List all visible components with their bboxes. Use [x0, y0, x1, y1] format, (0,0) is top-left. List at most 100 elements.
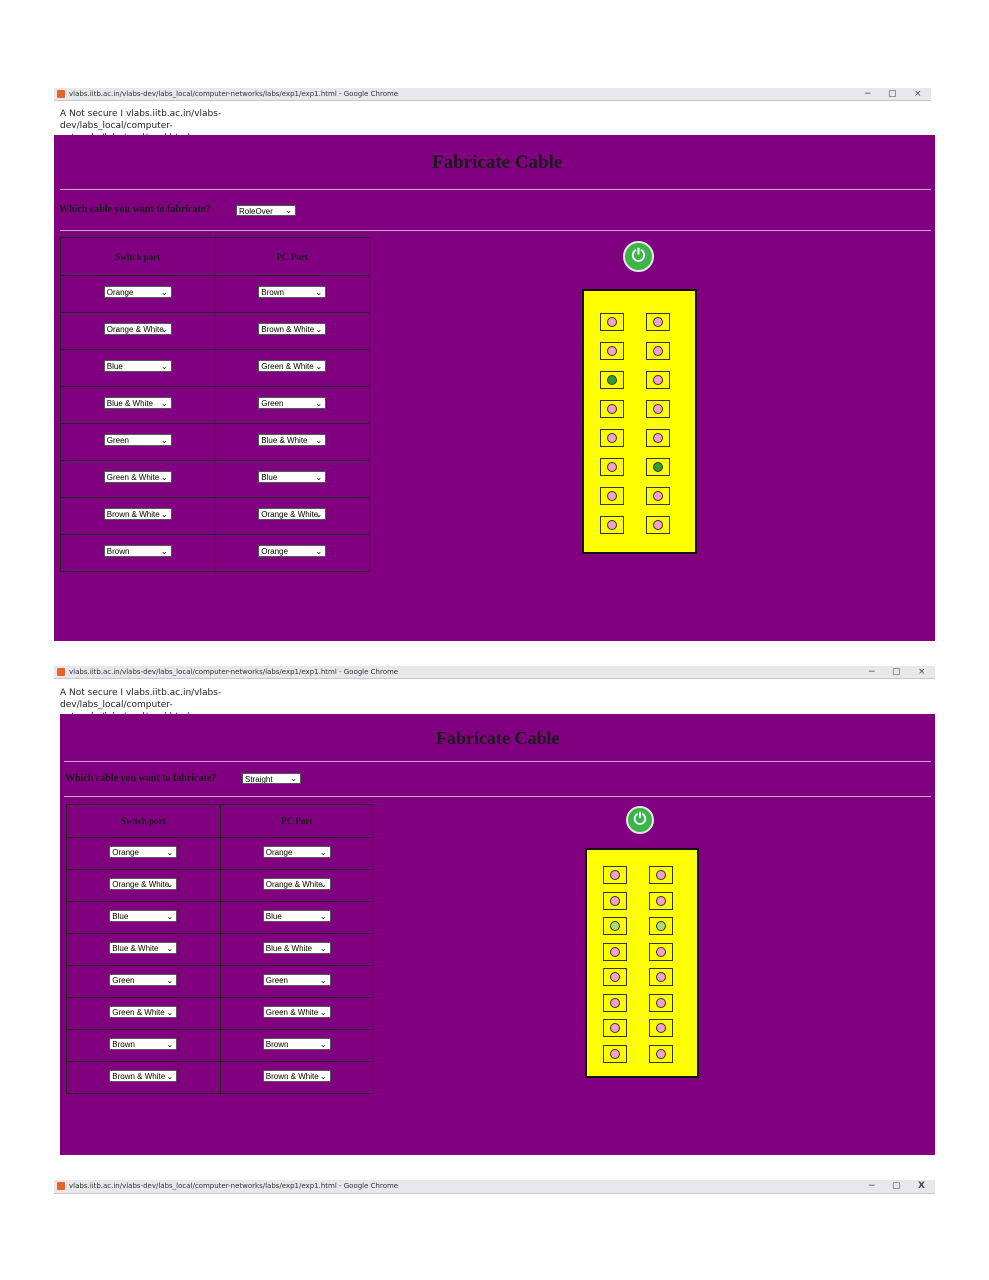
- pc-port-select[interactable]: Blue & White ⌄: [262, 941, 331, 954]
- pc-port-select[interactable]: Green & White ⌄: [262, 1005, 331, 1018]
- pc-port-select[interactable]: Blue ⌄: [262, 909, 331, 922]
- switch-port-select[interactable]: Blue ⌄: [109, 909, 178, 922]
- pc-port-select[interactable]: Green ⌄: [262, 973, 331, 986]
- pin-slot-left: [600, 487, 624, 505]
- switch-port-select[interactable]: Brown & White ⌄: [109, 1069, 178, 1082]
- switch-port-select[interactable]: Orange ⌄: [103, 286, 172, 298]
- pc-port-select[interactable]: Green & White ⌄: [258, 360, 327, 372]
- pc-port-select[interactable]: Blue ⌄: [258, 471, 327, 483]
- pin-indicator-icon: [656, 921, 666, 931]
- switch-port-select[interactable]: Blue ⌄: [103, 360, 172, 372]
- divider: [60, 230, 931, 231]
- switch-port-select[interactable]: Green ⌄: [103, 434, 172, 446]
- rj45-connector: [582, 289, 697, 554]
- switch-port-select[interactable]: Blue & White ⌄: [109, 941, 178, 954]
- pin-indicator-icon: [653, 462, 663, 472]
- chevron-down-icon: ⌄: [315, 399, 323, 408]
- close-icon[interactable]: ×: [914, 88, 922, 100]
- pc-port-select[interactable]: Brown ⌄: [258, 286, 327, 298]
- pin-indicator-icon: [653, 520, 663, 530]
- pc-port-select[interactable]: Green ⌄: [258, 397, 327, 409]
- chevron-down-icon: ⌄: [320, 1071, 327, 1081]
- divider: [64, 761, 931, 762]
- chevron-down-icon: ⌄: [320, 911, 327, 921]
- pin-slot-right: [646, 400, 670, 418]
- pin-slot-right: [649, 1019, 673, 1037]
- pc-port-select[interactable]: Orange ⌄: [258, 545, 327, 557]
- close-icon[interactable]: ×: [918, 666, 926, 678]
- divider: [60, 189, 931, 190]
- site-favicon-icon: [57, 668, 65, 676]
- pc-port-select[interactable]: Brown & White ⌄: [262, 1069, 331, 1082]
- pin-indicator-icon: [610, 895, 620, 906]
- switch-port-select[interactable]: Blue & White ⌄: [103, 397, 172, 409]
- pc-port-select[interactable]: Blue & White ⌄: [258, 434, 327, 446]
- pc-port-select[interactable]: Orange & White ⌄: [258, 508, 327, 520]
- switch-port-select[interactable]: Orange & White ⌄: [109, 877, 178, 890]
- pc-port-header: PC Port: [219, 804, 374, 838]
- pin-indicator-icon: [610, 946, 620, 957]
- switch-port-select[interactable]: Brown ⌄: [109, 1037, 178, 1050]
- minimize-icon[interactable]: −: [868, 1180, 876, 1192]
- restore-icon[interactable]: ▢: [892, 666, 901, 678]
- pc-port-cell: Orange & White ⌄: [214, 497, 370, 535]
- pin-slot-right: [649, 993, 673, 1012]
- chevron-down-icon: ⌄: [166, 847, 174, 857]
- pin-indicator-icon: [610, 870, 620, 880]
- pc-port-cell: Blue & White ⌄: [219, 933, 374, 966]
- cable-type-select[interactable]: Straight ⌄: [242, 773, 301, 784]
- minimize-icon[interactable]: −: [868, 666, 876, 678]
- pin-slot-left: [600, 458, 624, 476]
- switch-port-cell: Orange ⌄: [60, 275, 216, 313]
- minimize-icon[interactable]: −: [864, 88, 872, 100]
- switch-port-cell: Green & White ⌄: [66, 997, 221, 1030]
- pin-indicator-icon: [610, 921, 620, 931]
- chevron-down-icon: ⌄: [315, 288, 323, 297]
- cable-type-select[interactable]: RoleOver ⌄: [236, 205, 296, 216]
- site-favicon-icon: [57, 1182, 65, 1190]
- pin-indicator-icon: [610, 972, 620, 982]
- lab-panel: Fabricate Cable Which cable you want to …: [60, 714, 935, 1155]
- chevron-down-icon: ⌄: [320, 975, 327, 985]
- switch-port-cell: Brown ⌄: [60, 534, 216, 572]
- pin-slot-right: [646, 487, 670, 505]
- pc-port-select[interactable]: Orange ⌄: [262, 845, 331, 858]
- pin-slot-right: [646, 516, 670, 534]
- pc-port-cell: Blue ⌄: [214, 460, 370, 498]
- pin-slot-left: [603, 993, 627, 1012]
- chevron-down-icon: ⌄: [315, 362, 323, 371]
- chevron-down-icon: ⌄: [161, 436, 168, 445]
- switch-port-select[interactable]: Orange ⌄: [109, 845, 178, 858]
- pin-slot-right: [649, 968, 673, 986]
- pc-port-select[interactable]: Brown & White ⌄: [258, 323, 327, 335]
- switch-port-cell: Green ⌄: [60, 423, 216, 461]
- cable-question-label: Which cable you want to fabricate?: [59, 204, 211, 215]
- power-button[interactable]: ⏻: [626, 806, 654, 834]
- pin-slot-right: [649, 866, 673, 884]
- restore-icon[interactable]: ▢: [892, 1180, 901, 1192]
- chevron-down-icon: ⌄: [315, 547, 323, 556]
- switch-port-select[interactable]: Brown ⌄: [103, 545, 172, 557]
- power-button[interactable]: ⏻: [623, 241, 654, 272]
- pc-port-cell: Orange ⌄: [219, 837, 374, 870]
- pin-slot-left: [603, 942, 627, 961]
- chevron-down-icon: ⌄: [161, 473, 168, 482]
- pc-port-cell: Orange ⌄: [214, 534, 370, 572]
- pc-port-select[interactable]: Orange & White ⌄: [262, 877, 331, 890]
- pin-slot-left: [603, 1019, 627, 1037]
- close-icon[interactable]: X: [918, 1180, 925, 1192]
- pc-port-select[interactable]: Brown ⌄: [262, 1037, 331, 1050]
- pin-slot-right: [649, 917, 673, 935]
- pin-indicator-icon: [656, 1048, 666, 1059]
- switch-port-cell: Blue & White ⌄: [60, 386, 216, 424]
- switch-port-select[interactable]: Green & White ⌄: [103, 471, 172, 483]
- power-icon: ⏻: [633, 811, 647, 828]
- restore-icon[interactable]: ▢: [888, 88, 897, 100]
- switch-port-select[interactable]: Green & White ⌄: [109, 1005, 178, 1018]
- switch-port-select[interactable]: Orange & White ⌄: [103, 323, 172, 335]
- switch-port-select[interactable]: Brown & White ⌄: [103, 508, 172, 520]
- chevron-down-icon: ⌄: [320, 847, 327, 857]
- switch-port-select[interactable]: Green ⌄: [109, 973, 178, 986]
- browser-window-title: vlabs.iitb.ac.in/vlabs-dev/labs_local/co…: [69, 90, 399, 98]
- switch-port-cell: Brown & White ⌄: [66, 1061, 221, 1094]
